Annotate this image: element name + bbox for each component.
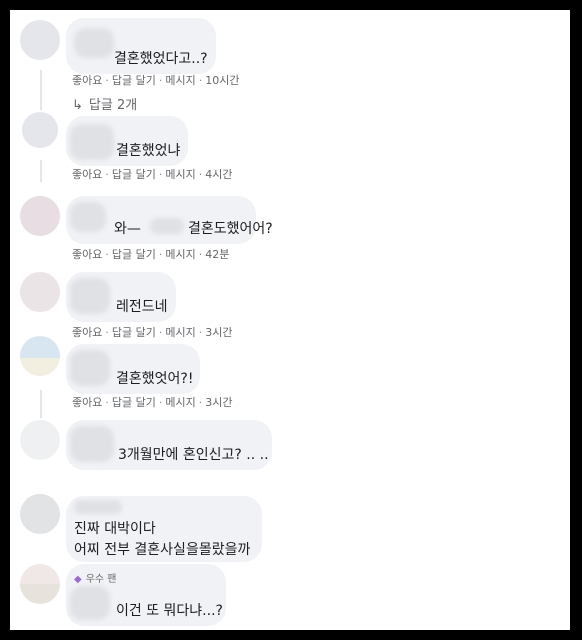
message-link[interactable]: 메시지 xyxy=(165,168,195,181)
like-link[interactable]: 좋아요 xyxy=(72,168,102,181)
reply-link[interactable]: 답글 달기 xyxy=(112,396,156,409)
message-link[interactable]: 메시지 xyxy=(165,248,195,261)
comment-time: 4시간 xyxy=(205,168,233,181)
comment-text: 결혼했엇어?! xyxy=(116,371,194,387)
comment-text: 레전드네 xyxy=(116,299,168,315)
redacted-name xyxy=(70,278,110,314)
comment-time: 42분 xyxy=(205,248,230,261)
comment-bubble: 3개월만에 혼인신고? .. .. xyxy=(66,420,272,470)
comment-bubble: 레전드네 xyxy=(66,272,176,322)
comment-text: 3개월만에 혼인신고? .. .. xyxy=(118,447,269,463)
top-fan-badge: ◆ 우수 팬 xyxy=(74,570,116,585)
comment-bubble: 결혼했었냐 xyxy=(66,116,188,166)
redacted-name xyxy=(70,426,114,462)
like-link[interactable]: 좋아요 xyxy=(72,74,102,87)
comment-text-end: 결혼도했어어? xyxy=(188,221,273,237)
redacted-name xyxy=(70,202,106,232)
message-link[interactable]: 메시지 xyxy=(165,326,195,339)
redacted-name xyxy=(74,500,122,514)
comment-thread: 결혼했었다고..? 좋아요 · 답글 달기 · 메시지 · 10시간 ↳ 답글 2개 결혼했었… xyxy=(10,10,570,630)
reply-link[interactable]: 답글 달기 xyxy=(112,326,156,339)
avatar[interactable] xyxy=(20,494,60,534)
comment-actions: 좋아요 · 답글 달기 · 메시지 · 42분 xyxy=(72,248,230,261)
thread-line xyxy=(40,70,42,110)
thread-line xyxy=(40,390,42,418)
view-replies-link[interactable]: ↳ 답글 2개 xyxy=(72,94,137,113)
comment-actions: 좋아요 · 답글 달기 · 메시지 · 3시간 xyxy=(72,326,233,339)
comment-bubble: 와— 결혼도했어어? xyxy=(66,196,273,244)
avatar[interactable] xyxy=(20,564,60,604)
comment-bubble: ◆ 우수 팬 이건 또 뭐다냐...? xyxy=(66,564,226,626)
thread-line xyxy=(40,160,42,182)
comment-actions: 좋아요 · 답글 달기 · 메시지 · 4시간 xyxy=(72,168,233,181)
gem-icon: ◆ xyxy=(74,574,82,585)
comment-bubble: 진짜 대박이다 어찌 전부 결혼사실을몰랐을까 xyxy=(66,496,262,562)
comment-text: 이건 또 뭐다냐...? xyxy=(116,603,223,619)
comment-bubble: 결혼했었다고..? xyxy=(66,18,216,74)
reply-link[interactable]: 답글 달기 xyxy=(112,74,156,87)
comment-bubble: 결혼했엇어?! xyxy=(66,344,200,394)
message-link[interactable]: 메시지 xyxy=(165,74,195,87)
comment-time: 3시간 xyxy=(205,326,233,339)
reply-link[interactable]: 답글 달기 xyxy=(112,248,156,261)
comment-text-line1: 진짜 대박이다 xyxy=(74,521,156,537)
redacted-name xyxy=(70,586,110,620)
comment-actions: 좋아요 · 답글 달기 · 메시지 · 10시간 xyxy=(72,74,240,87)
avatar[interactable] xyxy=(20,20,60,60)
like-link[interactable]: 좋아요 xyxy=(72,326,102,339)
view-replies-label: 답글 2개 xyxy=(88,98,138,113)
avatar[interactable] xyxy=(20,336,60,376)
redacted-name xyxy=(74,28,114,58)
reply-arrow-icon: ↳ xyxy=(72,98,83,113)
redacted-name xyxy=(150,218,184,234)
like-link[interactable]: 좋아요 xyxy=(72,396,102,409)
comment-text-start: 와— xyxy=(114,221,141,237)
redacted-name xyxy=(70,124,114,160)
comment-text: 결혼했었다고..? xyxy=(114,51,208,67)
message-link[interactable]: 메시지 xyxy=(165,396,195,409)
avatar[interactable] xyxy=(20,272,60,312)
comment-time: 10시간 xyxy=(205,74,240,87)
comment-actions: 좋아요 · 답글 달기 · 메시지 · 3시간 xyxy=(72,396,233,409)
like-link[interactable]: 좋아요 xyxy=(72,248,102,261)
avatar[interactable] xyxy=(22,112,58,148)
reply-link[interactable]: 답글 달기 xyxy=(112,168,156,181)
redacted-name xyxy=(70,350,110,386)
comment-time: 3시간 xyxy=(205,396,233,409)
comment-text: 결혼했었냐 xyxy=(116,143,181,159)
top-fan-label: 우수 팬 xyxy=(85,574,117,585)
avatar[interactable] xyxy=(20,196,60,236)
avatar[interactable] xyxy=(20,420,60,460)
comment-text-line2: 어찌 전부 결혼사실을몰랐을까 xyxy=(74,542,251,558)
